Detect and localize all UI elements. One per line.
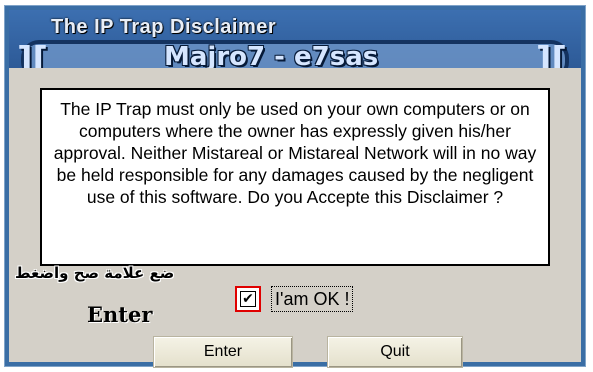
dialog-window: The IP Trap Disclaimer ][ Majro7 - e7sas… xyxy=(4,5,586,368)
enter-instruction-annotation: Enter xyxy=(87,302,153,327)
accept-checkbox-label[interactable]: I'am OK ! xyxy=(271,286,354,312)
arabic-instruction-annotation: ضع علامة صح واضغط xyxy=(15,264,175,282)
accept-checkbox[interactable]: ✔ xyxy=(240,291,256,307)
enter-button[interactable]: Enter xyxy=(153,336,293,368)
title-bar[interactable]: The IP Trap Disclaimer ][ Majro7 - e7sas… xyxy=(9,10,581,80)
quit-button[interactable]: Quit xyxy=(327,336,463,368)
checkbox-highlight: ✔ xyxy=(235,286,261,312)
window-title: The IP Trap Disclaimer xyxy=(51,16,277,38)
disclaimer-text: The IP Trap must only be used on your ow… xyxy=(40,88,550,266)
dialog-client-area: The IP Trap must only be used on your ow… xyxy=(9,68,581,368)
